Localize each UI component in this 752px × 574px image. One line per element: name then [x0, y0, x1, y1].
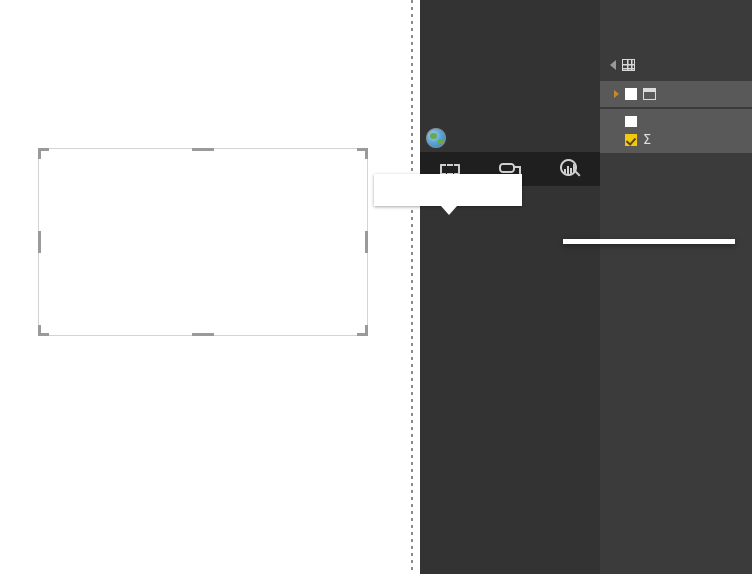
- resize-handle-left[interactable]: [38, 231, 41, 253]
- calendar-icon: [643, 88, 656, 100]
- sigma-icon: Σ: [643, 132, 652, 148]
- fields-table-sheet2[interactable]: [600, 52, 752, 78]
- resize-handle-top[interactable]: [192, 148, 214, 151]
- aggregation-tooltip: [374, 174, 522, 206]
- magnifier-chart-icon: [559, 159, 581, 179]
- field-row-date[interactable]: [600, 81, 752, 107]
- resize-handle-top-right-v[interactable]: [365, 148, 368, 159]
- resize-handle-bottom-left-v[interactable]: [38, 325, 41, 336]
- resize-handle-right[interactable]: [365, 231, 368, 253]
- field-row-value[interactable]: Σ: [600, 127, 752, 153]
- field-context-menu[interactable]: [563, 239, 735, 244]
- analytics-tab-button[interactable]: [540, 152, 600, 186]
- chevron-right-icon[interactable]: [614, 90, 619, 98]
- power-bi-report-editor: Σ: [0, 0, 752, 574]
- pane-divider[interactable]: [411, 0, 413, 574]
- report-canvas[interactable]: [0, 0, 410, 574]
- field-checkbox-checked[interactable]: [625, 134, 637, 146]
- field-checkbox[interactable]: [625, 88, 637, 100]
- tooltip-pointer: [441, 206, 457, 215]
- table-icon: [622, 59, 635, 71]
- resize-handle-bottom[interactable]: [192, 333, 214, 336]
- chevron-expanded-icon[interactable]: [610, 60, 616, 70]
- arcgis-maps-icon[interactable]: [426, 128, 446, 148]
- resize-handle-top-left-v[interactable]: [38, 148, 41, 159]
- resize-handle-bottom-right-v[interactable]: [365, 325, 368, 336]
- fields-icon: [440, 163, 460, 175]
- card-visual[interactable]: [38, 148, 368, 336]
- visualizations-pane: [420, 0, 600, 574]
